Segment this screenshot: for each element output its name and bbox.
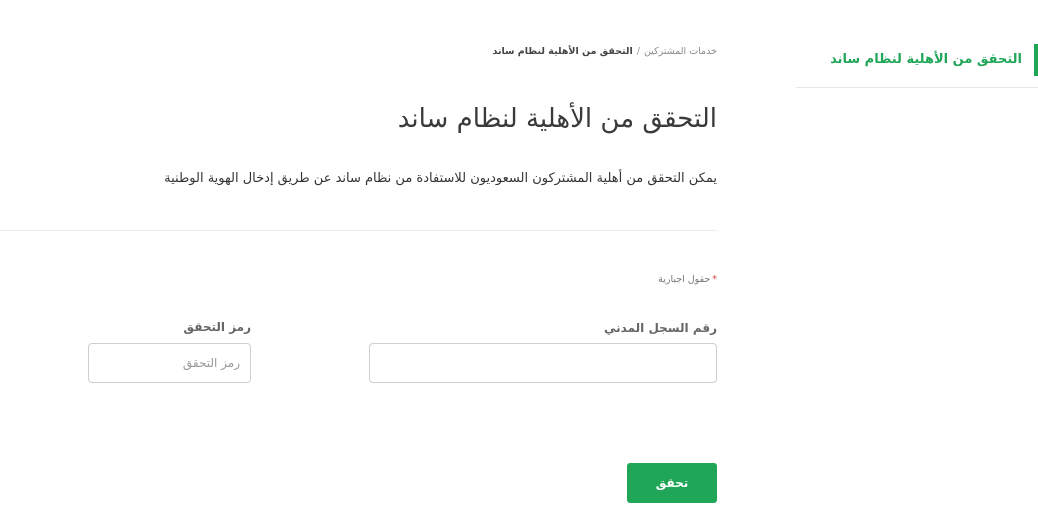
required-note-text: حقول اجبارية — [658, 274, 711, 285]
verify-button[interactable]: تحقق — [627, 463, 717, 503]
captcha-image: 99 — [0, 342, 60, 382]
breadcrumb-current: التحقق من الأهلية لنظام ساند — [492, 46, 633, 57]
civil-id-input[interactable] — [369, 343, 717, 383]
required-fields-note: *حقول اجبارية — [658, 274, 717, 285]
breadcrumb: خدمات المشتركين /التحقق من الأهلية لنظام … — [493, 46, 718, 57]
page-description: يمكن التحقق من أهلية المشتركون السعوديون… — [164, 171, 717, 186]
breadcrumb-subscriber-services-link[interactable]: خدمات المشتركين — [644, 46, 717, 57]
captcha-label: رمز التحقق — [183, 320, 251, 334]
required-star: * — [712, 274, 717, 285]
divider — [0, 230, 717, 231]
main-content: خدمات المشتركين/التحقق من الأهلية لنظام … — [0, 0, 717, 508]
sidebar-item-label: التحقق من الأهلية لنظام ساند — [830, 52, 1022, 67]
sidebar-item-sanad-eligibility[interactable]: التحقق من الأهلية لنظام ساند — [796, 44, 1038, 76]
breadcrumb-separator: / — [636, 46, 640, 57]
page-title: التحقق من الأهلية لنظام ساند — [397, 104, 717, 134]
civil-id-label: رقم السجل المدني — [604, 321, 717, 335]
sidebar: التحقق من الأهلية لنظام ساند — [796, 44, 1038, 88]
captcha-input[interactable] — [88, 343, 251, 383]
